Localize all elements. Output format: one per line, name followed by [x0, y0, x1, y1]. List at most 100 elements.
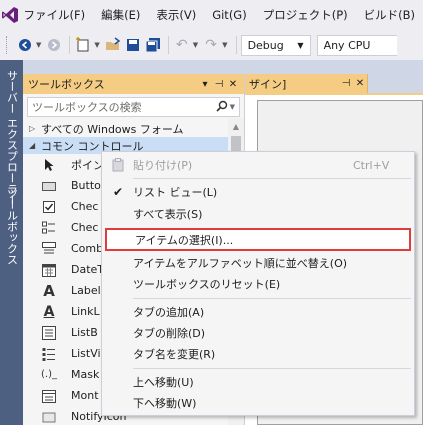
menu-separator: [133, 368, 411, 369]
tool-label: ListVi: [71, 347, 101, 360]
designer-document-tab[interactable]: ザイン] ⊣ ✕: [245, 74, 368, 93]
toolbox-title: ツールボックス: [28, 78, 105, 91]
standard-toolbar: ▼ ▼ ↶ ▼ ↷ ▼ Debug ▼ Any CPU: [0, 30, 423, 60]
month-calendar-icon: [41, 388, 57, 404]
new-project-icon[interactable]: [74, 34, 92, 56]
listview-icon: [41, 346, 57, 362]
menu-bar: ファイル(F) 編集(E) 表示(V) Git(G) プロジェクト(P) ビルド…: [0, 0, 423, 30]
chevron-down-icon: ▼: [297, 40, 304, 50]
menu-build[interactable]: ビルド(B): [356, 0, 423, 30]
tool-label: Chec: [71, 221, 99, 234]
tool-label: Comb: [71, 242, 104, 255]
search-options-icon[interactable]: ▼: [230, 103, 235, 111]
menu-label: タブ名を変更(R): [133, 348, 216, 361]
menu-rename-tab[interactable]: タブ名を変更(R): [103, 344, 413, 364]
server-explorer-tab[interactable]: サーバー エクスプローラー: [2, 70, 21, 206]
tool-label: LinkL: [71, 305, 100, 318]
collapse-arrow-icon: ◢: [29, 141, 36, 150]
tool-label-text: Label: [71, 284, 101, 297]
tool-label: Chec: [71, 200, 99, 213]
button-icon: [41, 178, 57, 194]
solution-platform-dropdown[interactable]: Any CPU: [316, 34, 397, 56]
close-icon[interactable]: ✕: [226, 79, 240, 90]
menu-label: すべて表示(S): [133, 208, 203, 221]
menu-view[interactable]: 表示(V): [148, 0, 204, 30]
group-all-windows-forms[interactable]: ▷ すべての Windows フォーム: [23, 120, 244, 137]
search-placeholder: ツールボックスの検索: [32, 101, 142, 114]
tool-label: ポイン: [71, 158, 104, 172]
group-label: すべての Windows フォーム: [41, 122, 184, 136]
pointer-icon: [41, 157, 57, 173]
scroll-up-icon[interactable]: ▲: [228, 118, 244, 134]
menu-edit[interactable]: 編集(E): [93, 0, 148, 30]
menu-paste[interactable]: 貼り付け(P) Ctrl+V: [103, 155, 413, 175]
menu-label: タブの削除(D): [133, 327, 206, 340]
menu-list-view[interactable]: ✔ リスト ビュー(L): [103, 182, 413, 202]
menu-show-all[interactable]: すべて表示(S): [103, 204, 413, 224]
menu-separator: [133, 178, 411, 179]
toolbar-grip[interactable]: [6, 36, 10, 54]
open-folder-icon[interactable]: [104, 34, 122, 56]
expand-arrow-icon: ▷: [29, 124, 36, 133]
menu-add-tab[interactable]: タブの追加(A): [103, 302, 413, 322]
menu-label: 上へ移動(U): [133, 376, 194, 389]
menu-file[interactable]: ファイル(F): [20, 0, 94, 30]
menu-label: リスト ビュー(L): [133, 186, 218, 199]
menu-label: タブの追加(A): [133, 306, 205, 319]
tool-label: Butto: [71, 179, 101, 192]
side-tab-strip: サーバー エクスプローラー ツールボックス: [0, 60, 23, 425]
menu-project[interactable]: プロジェクト(P): [255, 0, 356, 30]
linklabel-icon: A: [43, 303, 55, 320]
search-icon[interactable]: [216, 100, 228, 115]
notify-icon: [41, 409, 57, 425]
calendar-icon: [41, 262, 57, 278]
menu-move-down[interactable]: 下へ移動(W): [103, 393, 413, 413]
menu-reset-toolbox[interactable]: ツールボックスのリセット(E): [103, 274, 413, 294]
menu-label: アイテムをアルファベット順に並べ替え(O): [133, 257, 348, 270]
tool-label: Mask: [71, 368, 100, 381]
check-mark-icon: ✔: [112, 185, 124, 199]
tool-label: DateT: [71, 263, 105, 276]
toolbar-separator: [235, 36, 237, 54]
tool-label: ListB: [71, 326, 98, 339]
save-icon[interactable]: [124, 34, 142, 56]
redo-dropdown-icon[interactable]: ▼: [222, 41, 227, 49]
paste-icon: [103, 158, 133, 172]
toolbox-title-bar[interactable]: ツールボックス ▾ ⊣ ✕: [23, 74, 244, 94]
toolbar-separator: [167, 36, 169, 54]
undo-dropdown-icon[interactable]: ▼: [193, 41, 198, 49]
menu-label: 下へ移動(W): [133, 397, 197, 410]
close-tab-icon[interactable]: ✕: [353, 78, 367, 89]
combobox-icon: [41, 241, 57, 257]
toolbox-side-tab[interactable]: ツールボックス: [2, 188, 21, 265]
forward-icon[interactable]: [45, 34, 63, 56]
listbox-icon: [41, 325, 57, 341]
checkbox-icon: [41, 199, 57, 215]
platform-value: Any CPU: [323, 38, 371, 52]
menu-sort-alphabetically[interactable]: アイテムをアルファベット順に並べ替え(O): [103, 253, 413, 273]
configuration-value: Debug: [247, 38, 284, 52]
menu-move-up[interactable]: 上へ移動(U): [103, 372, 413, 392]
menu-shortcut: Ctrl+V: [353, 158, 390, 172]
undo-icon[interactable]: ↶: [173, 34, 191, 56]
solution-configuration-dropdown[interactable]: Debug ▼: [240, 34, 311, 56]
toolbox-context-menu: 貼り付け(P) Ctrl+V ✔ リスト ビュー(L) すべて表示(S) アイテ…: [101, 151, 415, 416]
back-dropdown-icon[interactable]: ▼: [36, 41, 41, 49]
pin-tab-icon[interactable]: ⊣: [339, 78, 353, 89]
visual-studio-logo-icon[interactable]: [0, 0, 20, 30]
tool-label: Mont: [71, 389, 99, 402]
menu-label: アイテムの選択(I)...: [135, 233, 234, 247]
toolbox-search-input[interactable]: ツールボックスの検索 ▼: [27, 97, 240, 117]
menu-delete-tab[interactable]: タブの削除(D): [103, 323, 413, 343]
new-dropdown-icon[interactable]: ▼: [94, 41, 99, 49]
menu-git[interactable]: Git(G): [204, 0, 255, 30]
save-all-icon[interactable]: [144, 34, 162, 56]
pin-icon[interactable]: ⊣: [212, 79, 226, 90]
checked-list-icon: [41, 220, 57, 236]
menu-choose-items[interactable]: アイテムの選択(I)...: [105, 228, 411, 251]
redo-icon[interactable]: ↷: [202, 34, 220, 56]
toolbar-separator: [69, 36, 71, 54]
back-icon[interactable]: [16, 34, 34, 56]
window-position-dropdown-icon[interactable]: ▾: [198, 79, 212, 90]
menu-separator: [133, 298, 411, 299]
